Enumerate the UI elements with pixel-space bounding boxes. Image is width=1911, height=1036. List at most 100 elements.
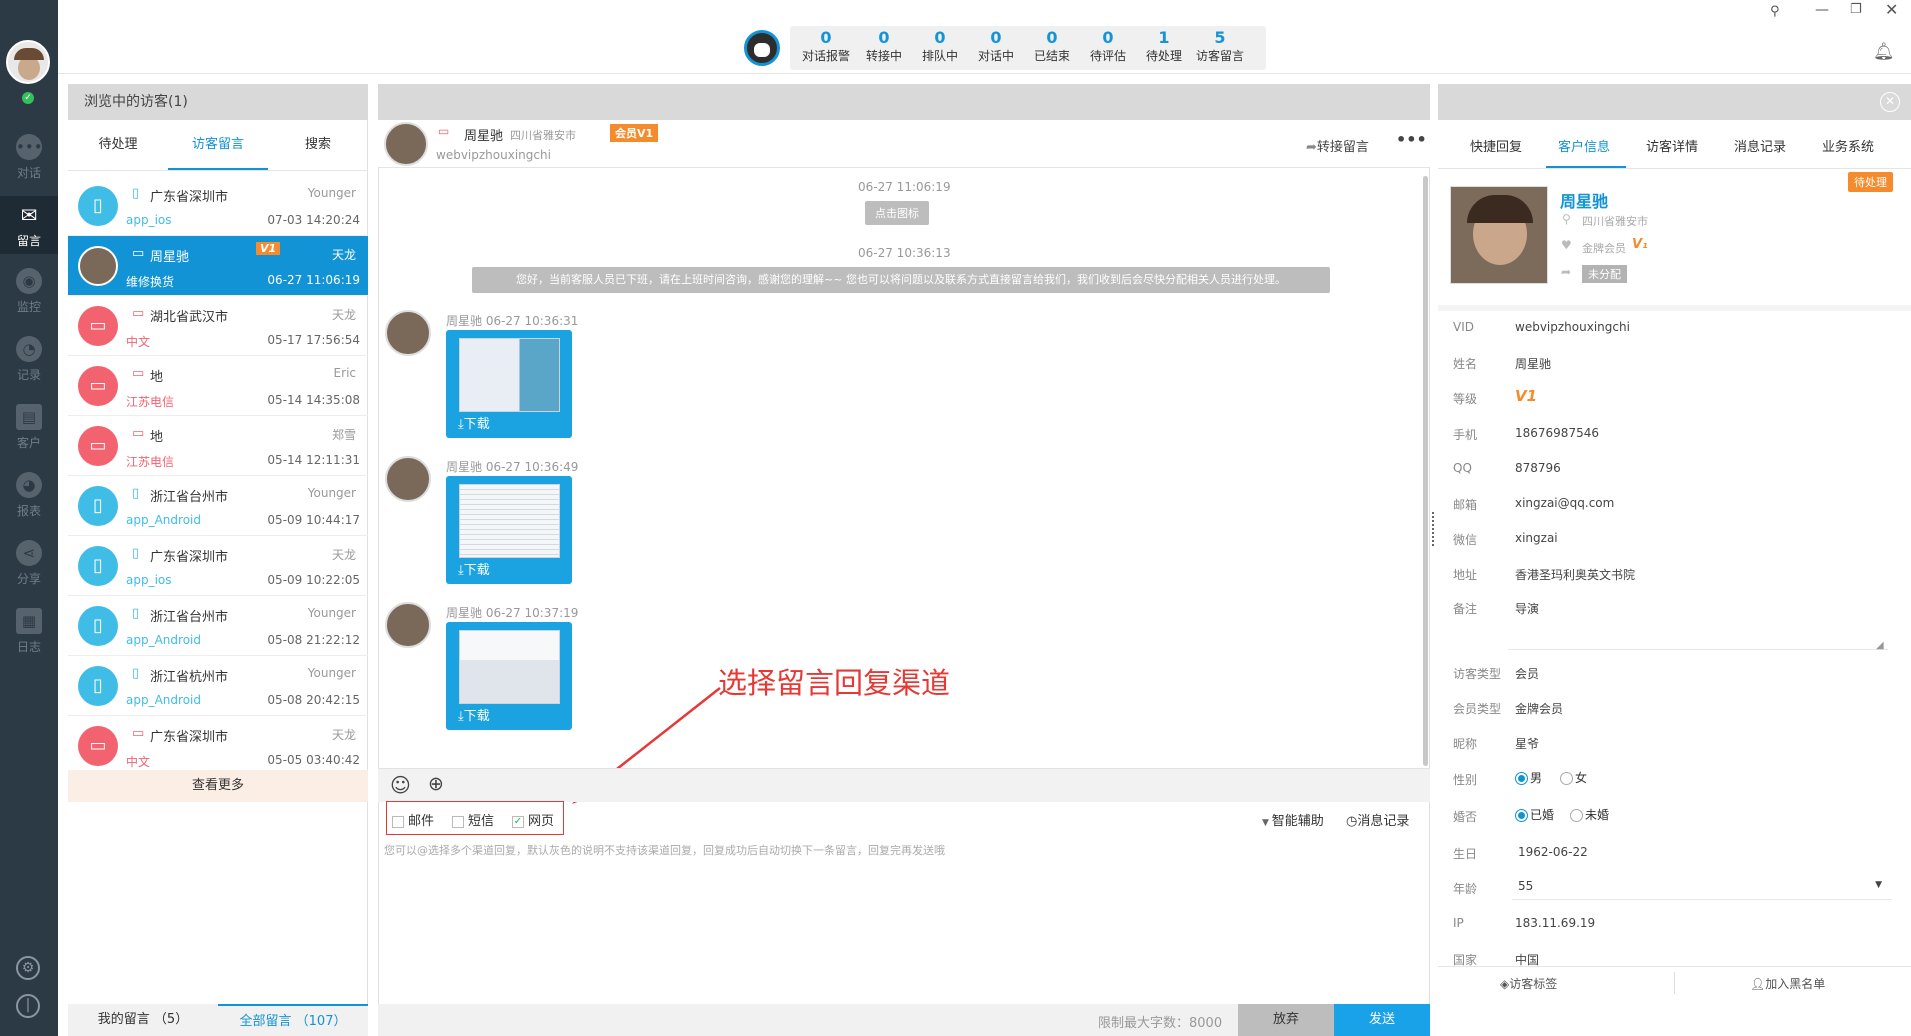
stat-item[interactable]: 0 待评估: [1080, 28, 1136, 64]
footer-all-messages[interactable]: 全部留言 （107）: [218, 1004, 368, 1036]
visitor-tag-button[interactable]: ◈访客标签: [1500, 975, 1557, 992]
right-tab[interactable]: 消息记录: [1734, 136, 1786, 155]
transfer-message-button[interactable]: ➦转接留言: [1306, 136, 1369, 155]
profile-divider: [1438, 305, 1911, 311]
channel-web[interactable]: ✓ 网页: [512, 810, 554, 829]
chat-scrollbar[interactable]: [1423, 176, 1428, 766]
browsing-visitors-header[interactable]: 浏览中的访客(1): [68, 84, 368, 120]
close-icon[interactable]: ✕: [1885, 0, 1898, 19]
right-tab[interactable]: 快捷回复: [1470, 136, 1522, 155]
emoji-icon[interactable]: ☺: [390, 773, 411, 797]
download-link[interactable]: ⤓下载: [458, 413, 490, 432]
married-yes-radio[interactable]: 已婚: [1515, 806, 1554, 823]
panel-resize-handle[interactable]: [1432, 512, 1435, 546]
bell-icon[interactable]: 🔔︎: [1873, 42, 1895, 62]
view-more-button[interactable]: 查看更多: [68, 770, 368, 802]
visitor-list-item[interactable]: ▯ ▯ 浙江省杭州市 app_Android Younger 05-08 20:42:15: [68, 656, 368, 716]
tab-search[interactable]: 搜索: [268, 120, 368, 170]
tab-pending[interactable]: 待处理: [68, 120, 168, 170]
age-select[interactable]: 55 ▼: [1512, 874, 1892, 900]
smart-assist-dropdown[interactable]: ▼ 智能辅助: [1262, 810, 1324, 829]
visitor-list-item[interactable]: ▭ ▭ 地江苏电信 Eric 05-14 14:35:08: [68, 356, 368, 416]
nav-item-monitor[interactable]: ◉ 监控: [0, 268, 58, 320]
gender-female-radio[interactable]: 女: [1560, 769, 1587, 786]
stat-value: 0: [1046, 28, 1058, 47]
field-value[interactable]: 会员: [1515, 665, 1539, 682]
globe-icon[interactable]: ⊕: [428, 773, 444, 795]
channel-sms[interactable]: 短信: [452, 810, 494, 829]
stat-item[interactable]: 0 对话报警: [798, 28, 854, 64]
nav-item-record[interactable]: ◔ 记录: [0, 336, 58, 388]
field-value[interactable]: 金牌会员: [1515, 700, 1563, 717]
image-message[interactable]: ⤓下载: [446, 622, 572, 730]
visitor-list-item[interactable]: ▭ ▭ 地江苏电信 郑雪 05-14 12:11:31: [68, 416, 368, 476]
visitor-list-item[interactable]: ▭ 周星驰 V1 维修换货 天龙 06-27 11:06:19: [68, 236, 368, 296]
reply-input-hint[interactable]: 您可以@选择多个渠道回复，默认灰色的说明不支持该渠道回复，回复成功后自动切换下一…: [384, 842, 1424, 858]
add-blacklist-button[interactable]: 👤︎加入黑名单: [1750, 975, 1825, 992]
field-value[interactable]: 香港圣玛利奥英文书院: [1515, 566, 1635, 583]
visitor-source: 中文: [126, 335, 151, 349]
birthday-field[interactable]: 1962-06-22: [1518, 845, 1588, 859]
nav-item-report[interactable]: ◕ 报表: [0, 472, 58, 524]
power-icon[interactable]: |: [16, 994, 40, 1018]
visitor-list-item[interactable]: ▯ ▯ 广东省深圳市 app_ios Younger 07-03 14:20:24: [68, 176, 368, 236]
tag-icon: ◈: [1500, 977, 1510, 991]
abandon-button[interactable]: 放弃: [1238, 1004, 1334, 1036]
visitor-list-item[interactable]: ▯ ▯ 浙江省台州市 app_Android Younger 05-08 21:22:12: [68, 596, 368, 656]
stat-item[interactable]: 0 转接中: [856, 28, 912, 64]
visitor-list-item[interactable]: ▯ ▯ 广东省深圳市 app_ios 天龙 05-09 10:22:05: [68, 536, 368, 596]
tab-visitor-messages[interactable]: 访客留言: [168, 120, 268, 170]
nav-item-customer[interactable]: ▤ 客户: [0, 404, 58, 456]
field-value[interactable]: webvipzhouxingchi: [1515, 320, 1630, 334]
stat-item[interactable]: 0 排队中: [912, 28, 968, 64]
image-thumbnail[interactable]: [459, 338, 560, 412]
field-value[interactable]: V1: [1515, 387, 1537, 405]
panel-close-icon[interactable]: ✕: [1880, 92, 1900, 112]
right-tab[interactable]: 访客详情: [1646, 136, 1698, 155]
web-checkbox[interactable]: ✓: [512, 815, 524, 828]
visitor-agent: 天龙: [331, 548, 356, 562]
nav-item-chat[interactable]: ••• 对话: [0, 132, 58, 184]
field-value[interactable]: 周星驰: [1515, 355, 1551, 372]
stat-item[interactable]: 0 对话中: [968, 28, 1024, 64]
email-checkbox[interactable]: [392, 815, 404, 828]
visitor-agent: Younger: [307, 666, 356, 680]
sms-checkbox[interactable]: [452, 815, 464, 828]
message-history-button[interactable]: ◷消息记录: [1346, 810, 1409, 829]
visitor-list-item[interactable]: ▯ ▯ 浙江省台州市 app_Android Younger 05-09 10:44:17: [68, 476, 368, 536]
image-message[interactable]: ⤓下载: [446, 330, 572, 438]
visitor-list-item[interactable]: ▭ ▭ 广东省深圳市 中文 天龙 05-05 03:40:42: [68, 716, 368, 776]
pin-icon[interactable]: ⚲: [1770, 4, 1780, 19]
field-value[interactable]: 星爷: [1515, 735, 1539, 752]
restore-icon[interactable]: ❐: [1850, 2, 1862, 17]
stat-item[interactable]: 0 已结束: [1024, 28, 1080, 64]
more-options-icon[interactable]: •••: [1396, 130, 1427, 149]
image-message[interactable]: ⤓下载: [446, 476, 572, 584]
right-tab[interactable]: 客户信息: [1558, 136, 1610, 155]
married-no-radio[interactable]: 未婚: [1570, 806, 1609, 823]
image-thumbnail[interactable]: [459, 630, 560, 704]
user-avatar[interactable]: [6, 40, 50, 84]
download-link[interactable]: ⤓下载: [458, 705, 490, 724]
remark-textarea[interactable]: [1508, 598, 1888, 650]
send-button[interactable]: 发送: [1334, 1004, 1430, 1036]
visitor-list-item[interactable]: ▭ ▭ 湖北省武汉市 中文 天龙 05-17 17:56:54: [68, 296, 368, 356]
footer-my-messages[interactable]: 我的留言 （5）: [68, 1004, 218, 1036]
right-tab[interactable]: 业务系统: [1822, 136, 1874, 155]
nav-item-share[interactable]: ⋖ 分享: [0, 540, 58, 592]
field-value[interactable]: xingzai@qq.com: [1515, 496, 1614, 510]
field-value[interactable]: 878796: [1515, 461, 1561, 475]
stat-item[interactable]: 5 访客留言: [1192, 28, 1248, 64]
assign-status[interactable]: 未分配: [1582, 265, 1627, 283]
settings-icon[interactable]: ⚙: [16, 956, 40, 980]
field-value[interactable]: 18676987546: [1515, 426, 1599, 440]
nav-item-message[interactable]: ✉ 留言: [0, 196, 58, 254]
download-link[interactable]: ⤓下载: [458, 559, 490, 578]
field-value[interactable]: xingzai: [1515, 531, 1558, 545]
stat-item[interactable]: 1 待处理: [1136, 28, 1192, 64]
minimize-icon[interactable]: —: [1815, 2, 1829, 18]
channel-email[interactable]: 邮件: [392, 810, 434, 829]
image-thumbnail[interactable]: [459, 484, 560, 558]
gender-male-radio[interactable]: 男: [1515, 769, 1542, 786]
nav-item-log[interactable]: ▦ 日志: [0, 608, 58, 660]
